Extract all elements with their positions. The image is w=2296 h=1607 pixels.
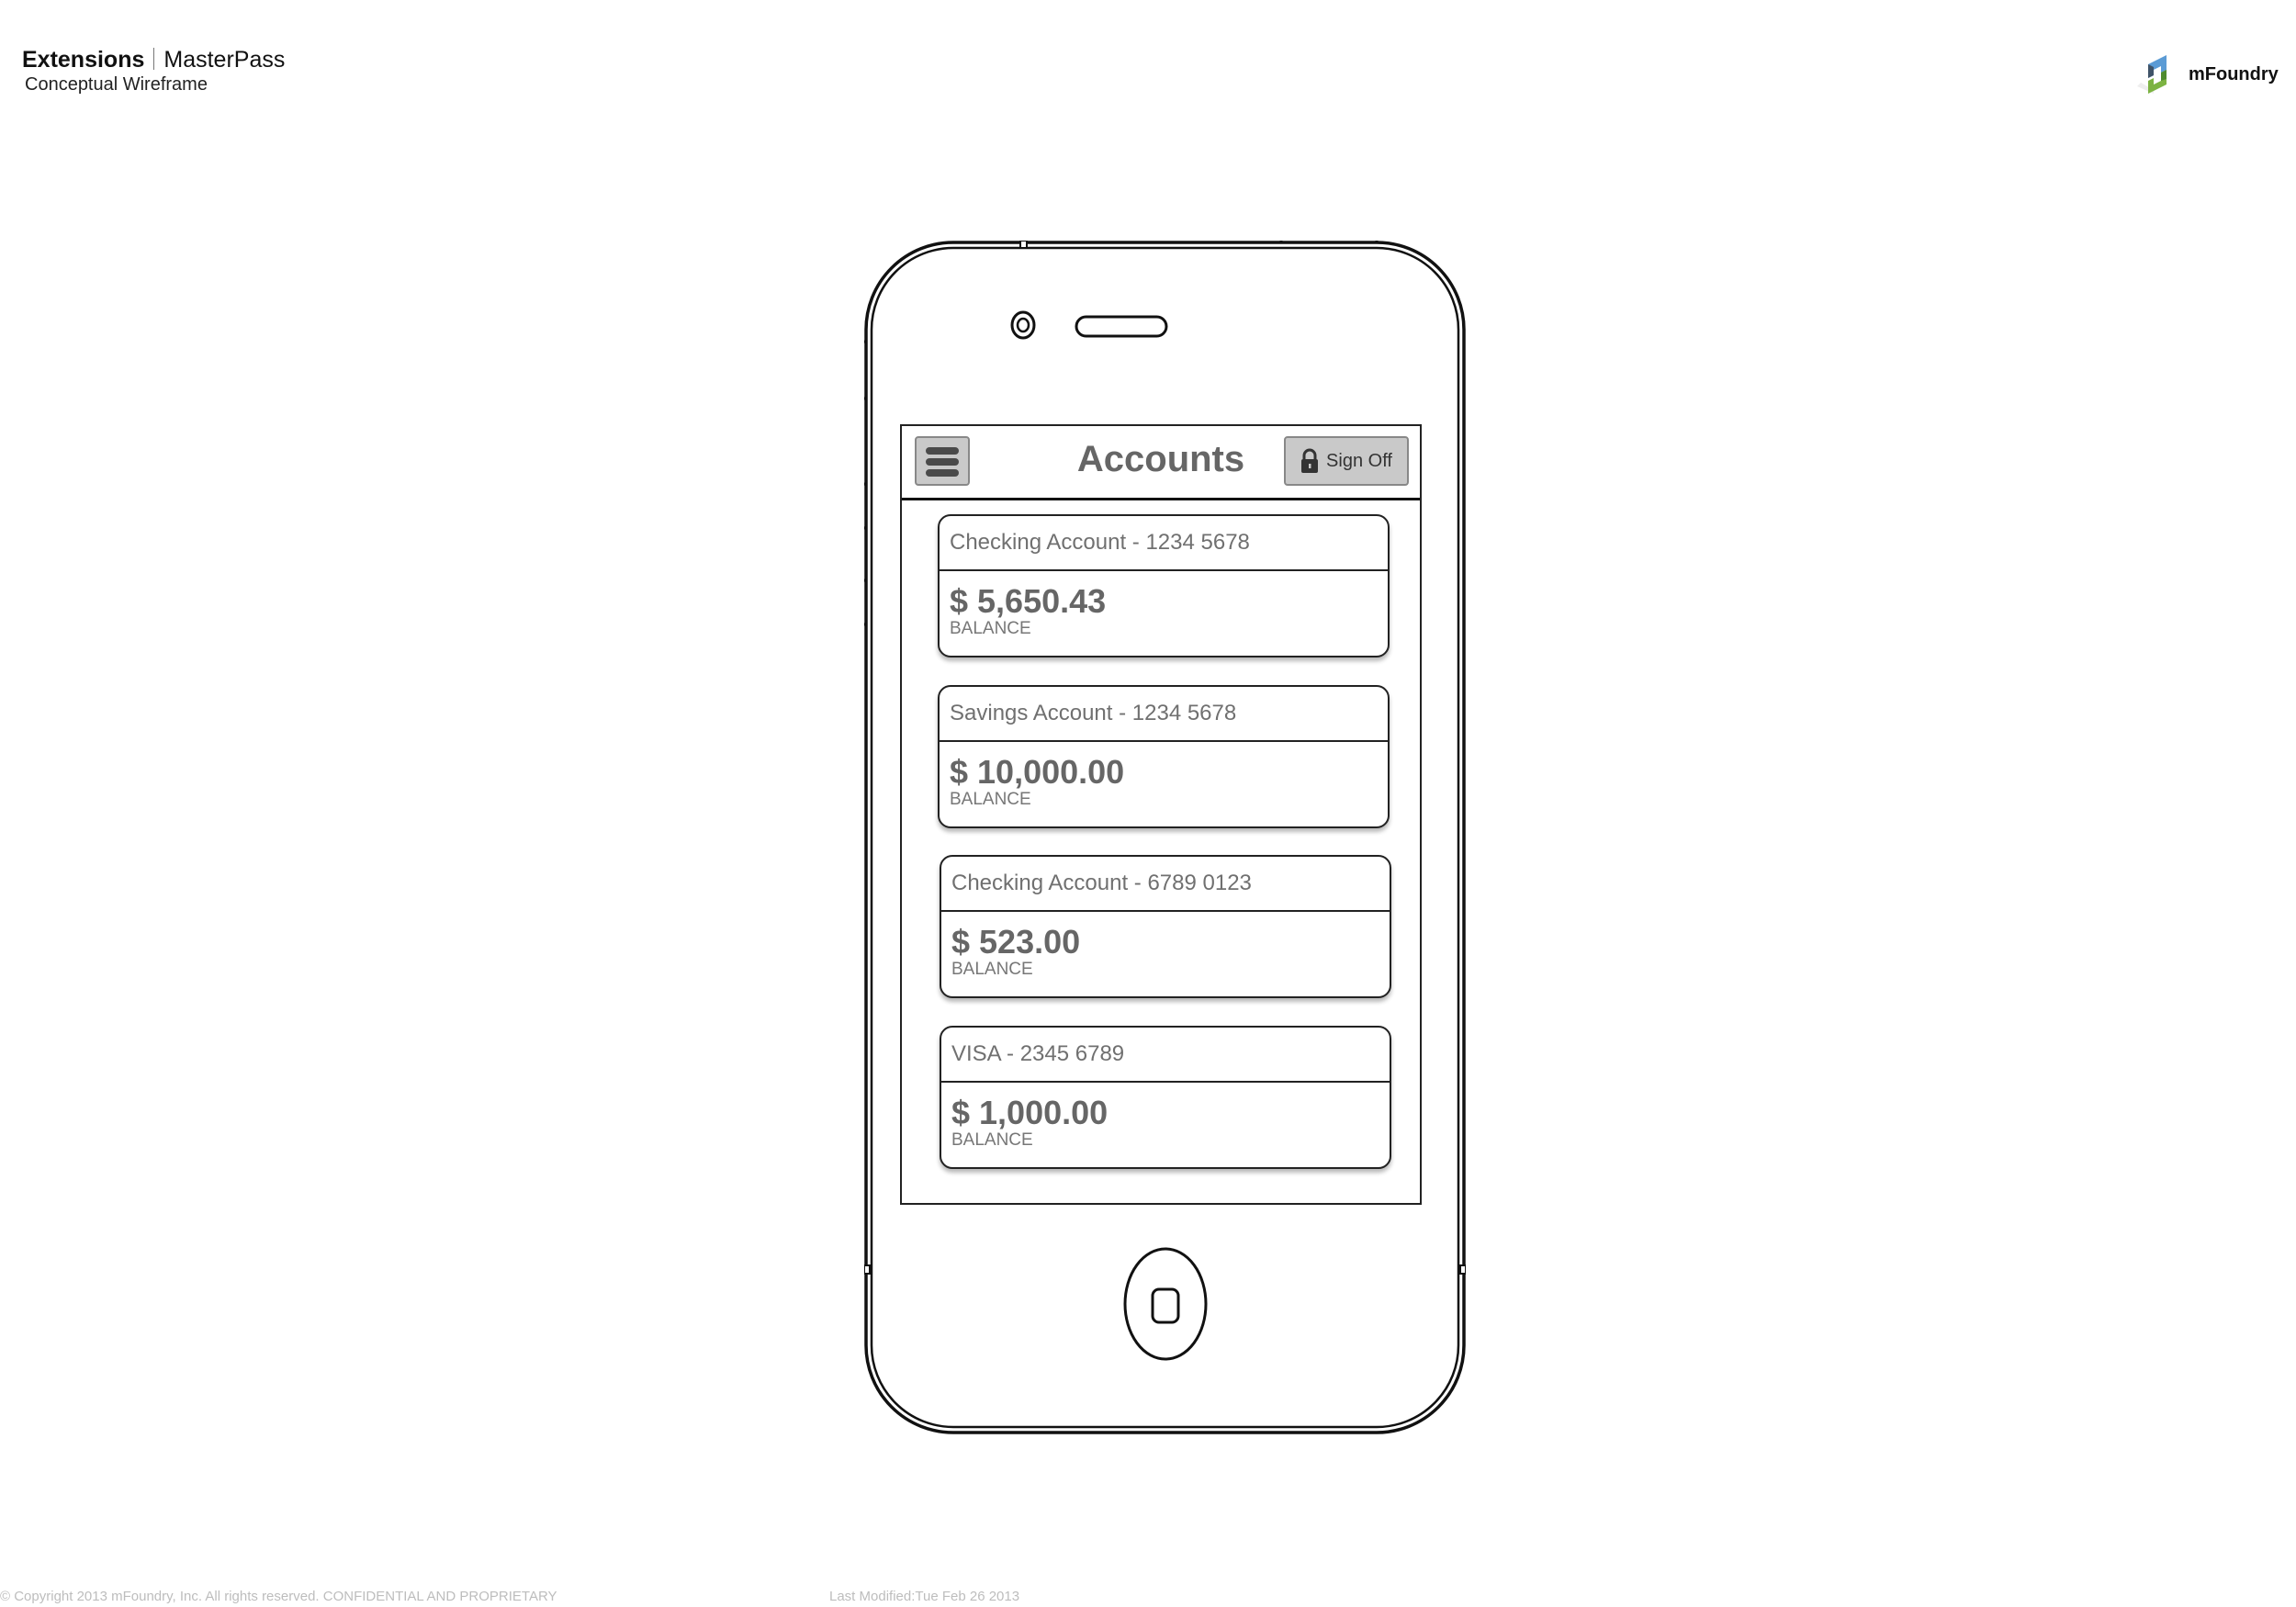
- lock-icon: [1301, 448, 1319, 473]
- account-balance-label: BALANCE: [950, 790, 1031, 809]
- account-balance-label: BALANCE: [950, 619, 1031, 638]
- account-name: Savings Account - 1234 5678: [940, 687, 1388, 742]
- document-title: Extensions MasterPass: [22, 46, 285, 73]
- account-name: VISA - 2345 6789: [941, 1028, 1390, 1083]
- document-subtitle: Conceptual Wireframe: [25, 74, 208, 95]
- copyright-notice: © Copyright 2013 mFoundry, Inc. All righ…: [0, 1589, 557, 1604]
- account-balance-label: BALANCE: [951, 1130, 1033, 1150]
- account-balance-amount: $ 5,650.43: [950, 582, 1107, 620]
- nav-bar: Accounts Sign Off: [902, 426, 1420, 500]
- account-name: Checking Account - 1234 5678: [940, 516, 1388, 571]
- sign-off-button[interactable]: Sign Off: [1284, 436, 1409, 486]
- phone-screen: Accounts Sign Off Checking Account - 123…: [900, 424, 1422, 1205]
- mfoundry-logo-icon: [2137, 55, 2167, 94]
- account-balance-amount: $ 523.00: [951, 923, 1081, 961]
- brand-name: mFoundry: [2189, 63, 2279, 84]
- last-modified: Last Modified:Tue Feb 26 2013: [829, 1589, 1020, 1604]
- account-card[interactable]: Savings Account - 1234 5678 $ 10,000.00 …: [938, 685, 1390, 828]
- account-card[interactable]: Checking Account - 1234 5678 $ 5,650.43 …: [938, 514, 1390, 657]
- title-divider: [153, 48, 155, 70]
- account-card[interactable]: VISA - 2345 6789 $ 1,000.00 BALANCE: [940, 1026, 1391, 1169]
- document-title-product: MasterPass: [163, 47, 286, 73]
- account-card[interactable]: Checking Account - 6789 0123 $ 523.00 BA…: [940, 855, 1391, 998]
- document-title-extensions: Extensions: [22, 47, 145, 73]
- account-balance-amount: $ 10,000.00: [950, 753, 1125, 791]
- account-name: Checking Account - 6789 0123: [941, 857, 1390, 912]
- account-balance-amount: $ 1,000.00: [951, 1094, 1109, 1131]
- brand-logo: mFoundry: [2135, 53, 2279, 96]
- account-balance-label: BALANCE: [951, 960, 1033, 979]
- sign-off-label: Sign Off: [1326, 450, 1392, 471]
